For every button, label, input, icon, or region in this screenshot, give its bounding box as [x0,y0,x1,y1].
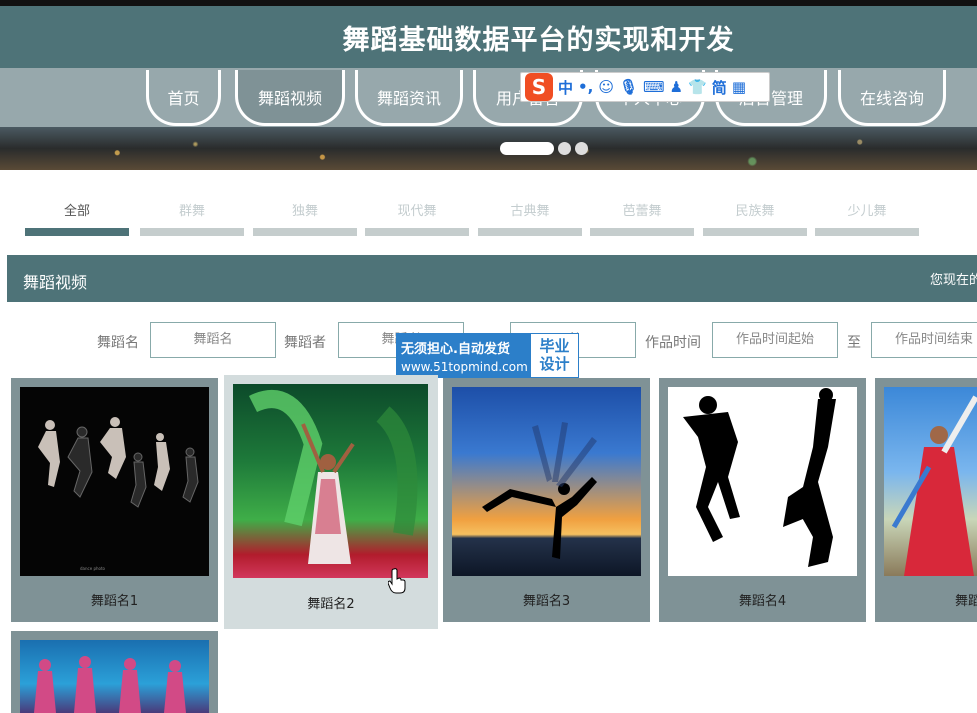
dance-name-input[interactable]: 舞蹈名 [150,322,276,358]
nav-dance-news[interactable]: 舞蹈资讯 [355,70,463,126]
to-label: 至 [847,335,861,351]
sogou-logo-icon[interactable]: S [525,73,553,101]
simplified-toggle[interactable]: 简 [712,77,727,98]
ad-slogan: 无须担心.自动发货 [401,342,510,357]
video-thumbnail[interactable] [668,387,857,576]
carousel-dot-1[interactable] [500,142,554,155]
emoji-icon[interactable]: ☺ [598,78,614,96]
skin-icon[interactable]: 👕 [688,78,707,96]
watermark-ad: 无须担心.自动发货 www.51topmind.com 毕业 设计 [396,333,579,378]
hand-cursor-icon [388,568,406,594]
black-silhouettes-image [683,388,836,567]
video-title[interactable]: 舞蹈 [955,590,977,609]
carousel-dot-2[interactable] [558,142,571,155]
ime-punctuation-icon[interactable]: •, [578,78,593,96]
time-end-input[interactable]: 作品时间结束 [871,322,977,358]
dance-name-label: 舞蹈名 [97,335,139,351]
category-folk-dance[interactable]: 民族舞 [703,200,807,219]
ad-url: www.51topmind.com [401,360,528,374]
carousel-indicators [500,142,588,155]
category-children-dance[interactable]: 少儿舞 [815,200,919,219]
dancer-label: 舞蹈者 [284,335,326,351]
site-title: 舞蹈基础数据平台的实现和开发 [342,24,735,56]
keyboard-icon[interactable]: ⌨ [643,78,665,96]
category-all[interactable]: 全部 [25,200,129,219]
ad-badge-line1: 毕业 [539,337,570,355]
video-thumbnail[interactable] [20,640,209,713]
site-header: 舞蹈基础数据平台的实现和开发 [0,6,977,68]
nav-online-consult[interactable]: 在线咨询 [838,70,946,126]
category-underline [365,228,469,236]
video-thumbnail[interactable]: dance photo [20,387,209,576]
carousel-dot-3[interactable] [575,142,588,155]
category-underline [815,228,919,236]
ime-mode-indicator[interactable]: 中 [558,77,573,98]
ime-toolbar[interactable]: S 中 •, ☺ 🎙 ⌨ ♟ 👕 简 ▦ [520,72,770,102]
folk-dancer-image [891,395,977,576]
category-underline [25,228,129,236]
nav-home[interactable]: 首页 [146,70,221,126]
section-title: 舞蹈视频 [23,273,88,292]
category-underline [253,228,357,236]
video-title[interactable]: 舞蹈名1 [11,590,218,609]
category-solo-dance[interactable]: 独舞 [253,200,357,219]
category-underline [140,228,244,236]
group-dance-image [34,656,186,713]
section-header: 舞蹈视频 您现在的 [7,255,977,302]
video-card[interactable] [11,631,218,713]
video-thumbnail[interactable] [452,387,641,576]
breadcrumb: 您现在的 [930,273,977,288]
time-start-input[interactable]: 作品时间起始 [712,322,838,358]
category-underline [590,228,694,236]
indian-dancer-image [248,390,418,564]
video-card[interactable]: 舞蹈名4 [659,378,866,622]
svg-text:dance photo: dance photo [80,566,106,571]
video-title[interactable]: 舞蹈名2 [224,593,438,612]
category-underline [478,228,582,236]
video-thumbnail[interactable] [884,387,977,576]
microphone-icon[interactable]: 🎙 [619,78,638,96]
category-classical-dance[interactable]: 古典舞 [478,200,582,219]
video-card[interactable]: dance photo 舞蹈名1 [11,378,218,622]
banner-image [0,127,977,170]
ad-badge-line2: 设计 [539,355,570,373]
grid-menu-icon[interactable]: ▦ [732,78,746,96]
user-tool-icon[interactable]: ♟ [670,78,683,96]
video-card[interactable]: 舞蹈名3 [443,378,650,622]
category-underline [703,228,807,236]
video-title[interactable]: 舞蹈名3 [443,590,650,609]
nav-dance-video[interactable]: 舞蹈视频 [235,70,345,126]
dancers-jumping-image: dance photo [38,417,199,571]
category-ballet[interactable]: 芭蕾舞 [590,200,694,219]
video-card[interactable]: 舞蹈 [875,378,977,622]
video-title[interactable]: 舞蹈名4 [659,590,866,609]
video-thumbnail[interactable] [233,384,428,578]
category-modern-dance[interactable]: 现代舞 [365,200,469,219]
category-group-dance[interactable]: 群舞 [140,200,244,219]
work-time-label: 作品时间 [645,335,701,351]
sunset-silhouette-image [482,422,597,559]
